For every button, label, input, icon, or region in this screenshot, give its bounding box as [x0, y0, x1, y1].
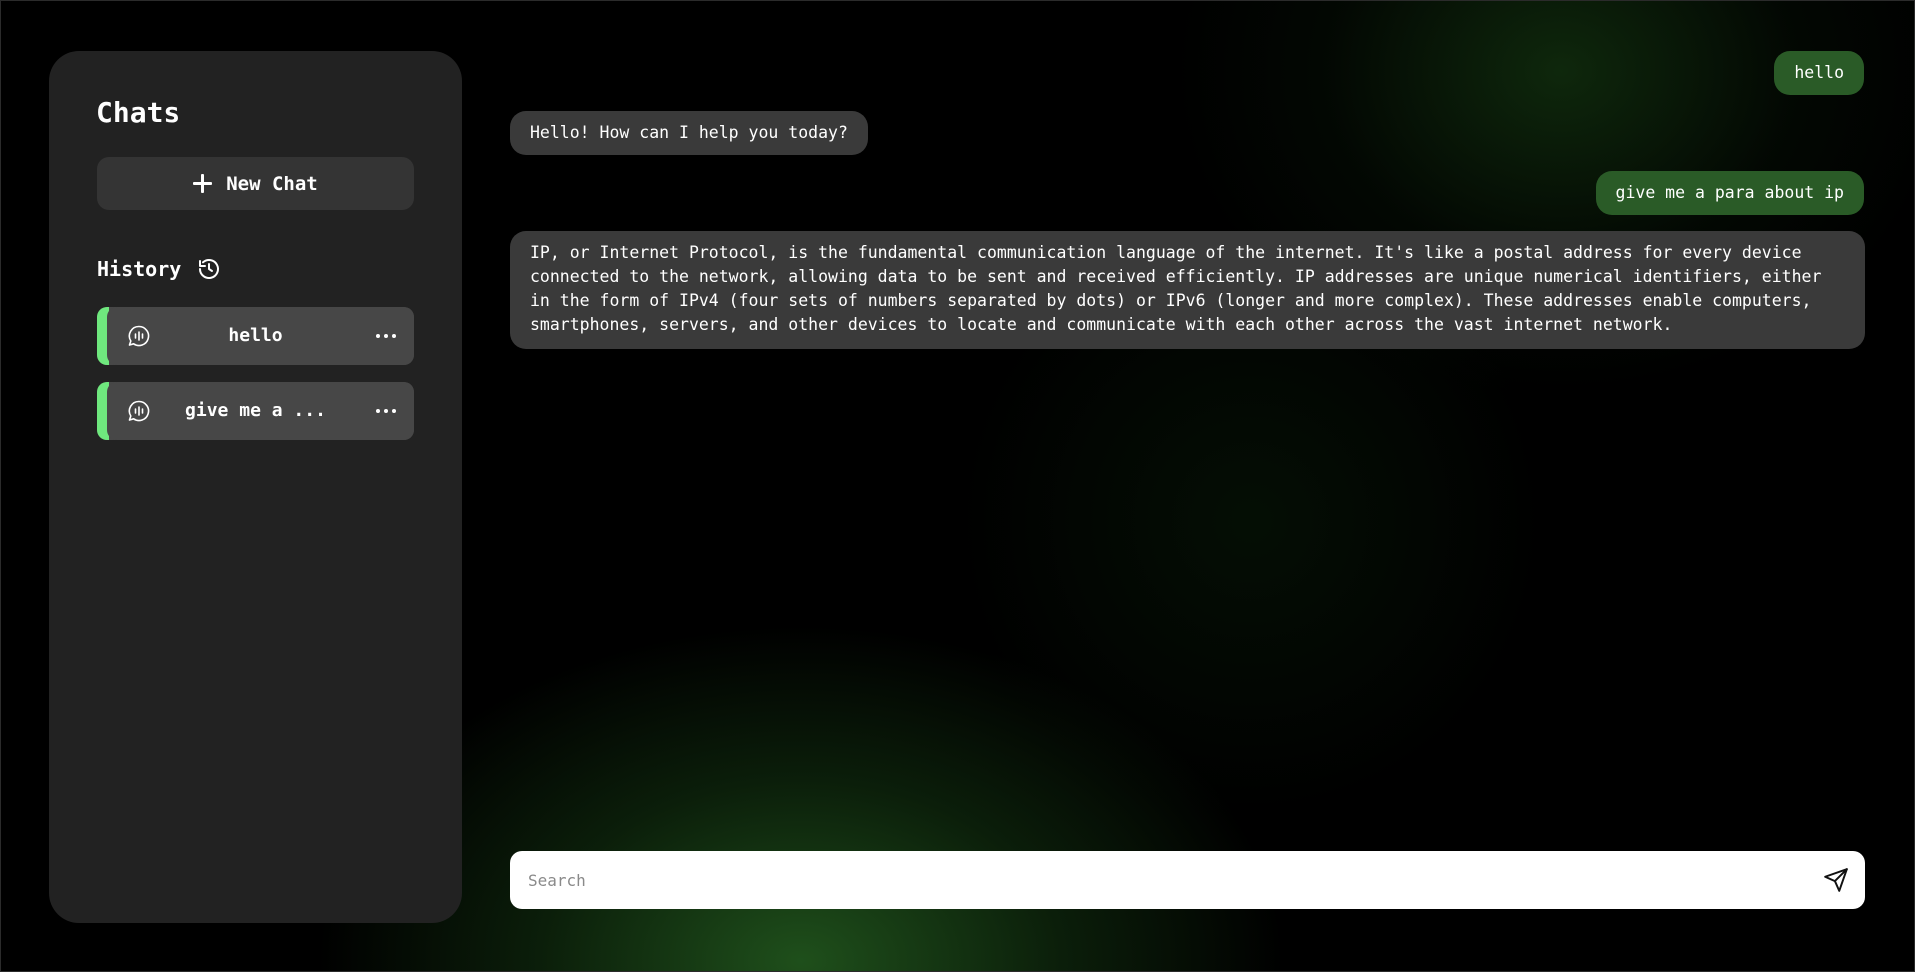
chat-app: Chats New Chat History hello give me a .…: [0, 0, 1915, 972]
history-header: History: [97, 257, 221, 281]
sidebar: Chats New Chat History hello give me a .…: [49, 51, 462, 923]
message-input-bar: [510, 851, 1865, 909]
plus-icon: [193, 174, 213, 193]
history-item-label: hello: [228, 325, 283, 346]
history-icon[interactable]: [197, 257, 221, 281]
assistant-message: IP, or Internet Protocol, is the fundame…: [510, 231, 1865, 349]
assistant-message: Hello! How can I help you today?: [510, 111, 868, 155]
send-icon[interactable]: [1823, 867, 1849, 893]
search-input[interactable]: [528, 851, 1788, 909]
history-item-label: give me a ...: [185, 400, 326, 421]
chat-bubble-icon: [128, 325, 150, 347]
history-item[interactable]: hello: [97, 307, 414, 365]
history-item[interactable]: give me a ...: [97, 382, 414, 440]
chat-bubble-icon: [128, 400, 150, 422]
user-message: give me a para about ip: [1595, 171, 1864, 215]
history-label: History: [97, 257, 182, 281]
more-options-icon[interactable]: [376, 409, 396, 413]
user-message: hello: [1774, 51, 1864, 95]
new-chat-label: New Chat: [226, 172, 318, 195]
sidebar-title: Chats: [96, 96, 181, 129]
new-chat-button[interactable]: New Chat: [97, 157, 414, 210]
more-options-icon[interactable]: [376, 334, 396, 338]
